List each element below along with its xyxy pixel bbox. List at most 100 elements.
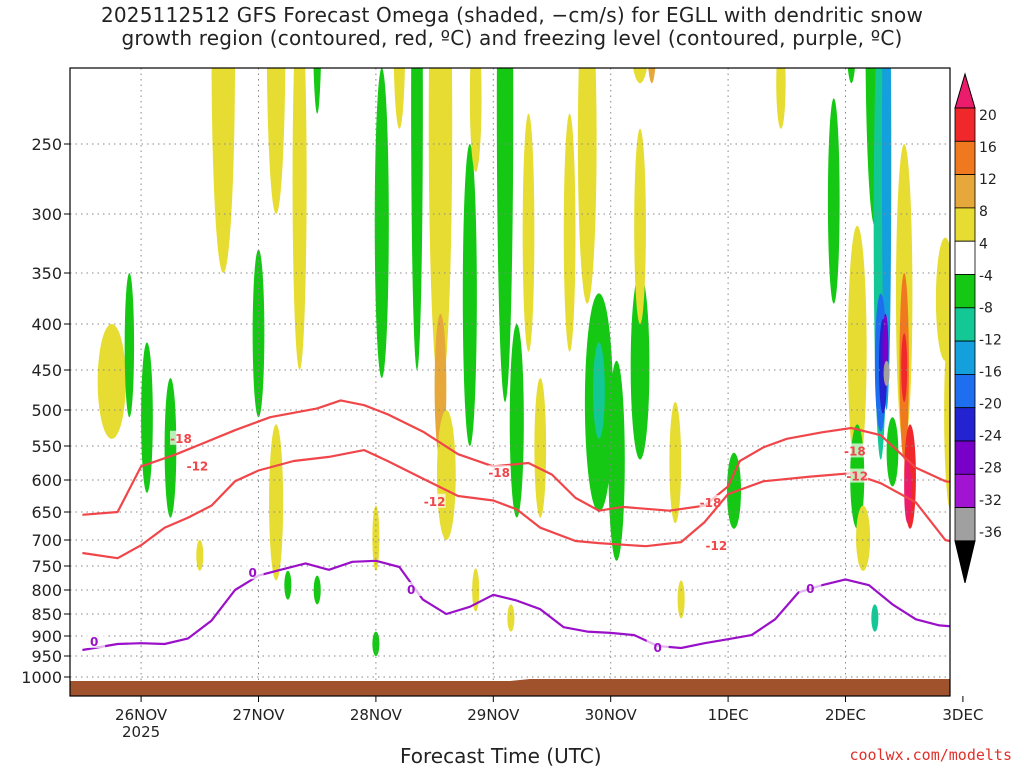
omega-patch xyxy=(577,68,597,304)
omega-patch xyxy=(124,273,135,418)
omega-patch xyxy=(374,68,389,378)
contour-label: 0 xyxy=(407,583,415,597)
colorbar-band xyxy=(954,107,976,142)
contour-label: -12 xyxy=(187,459,209,473)
y-tick-label: 700 xyxy=(31,531,62,550)
colorbar-band xyxy=(954,340,976,375)
x-axis-label: Forecast Time (UTC) xyxy=(400,744,602,768)
contour-line-0 xyxy=(82,559,950,652)
omega-patch xyxy=(141,342,153,493)
colorbar-label: -36 xyxy=(979,525,1002,541)
x-tick-label: 27NOV xyxy=(232,706,285,724)
colorbar-band xyxy=(954,473,976,508)
contour-label: -18 xyxy=(844,444,866,458)
omega-patch xyxy=(462,144,477,446)
y-tick-label: 550 xyxy=(31,437,62,456)
omega-patch xyxy=(345,0,359,53)
y-axis: 250 300 350 400 450 500 550 600 650 700 750 800 850 9… xyxy=(21,135,70,687)
omega-patch xyxy=(393,68,405,129)
omega-patch xyxy=(901,333,908,402)
omega-patch xyxy=(97,324,126,439)
omega-patch xyxy=(164,378,177,518)
omega-cross-section-chart: -18-18-18-18-12-12-12-1200000 26NOV20252… xyxy=(21,0,1002,741)
colorbar-band xyxy=(954,274,976,309)
colorbar-band xyxy=(954,440,976,475)
y-tick-label: 1000 xyxy=(21,668,62,687)
y-tick-label: 350 xyxy=(31,264,62,283)
omega-patch xyxy=(313,68,321,114)
omega-patch xyxy=(634,128,646,324)
colorbar-band xyxy=(954,240,976,275)
x-tick-sublabel: 2025 xyxy=(122,723,160,741)
omega-patch xyxy=(941,0,950,22)
contour-label: -18 xyxy=(170,432,192,446)
colorbar-top-arrow xyxy=(954,72,976,109)
omega-patch xyxy=(411,68,423,370)
y-tick-label: 500 xyxy=(31,401,62,420)
contour-label: 0 xyxy=(653,641,661,655)
omega-patch xyxy=(871,604,879,632)
omega-patch xyxy=(436,410,456,540)
contour-label: -12 xyxy=(706,539,728,553)
x-tick-label: 30NOV xyxy=(585,706,638,724)
colorbar: 20 16 12 8 4 -4 -8 -12 -16 -20 -24 -28 -32 -36 xyxy=(954,72,1002,584)
colorbar-band xyxy=(954,407,976,442)
colorbar-label: -20 xyxy=(979,397,1002,413)
colorbar-band xyxy=(954,307,976,342)
colorbar-band xyxy=(954,207,976,242)
contour-label: -12 xyxy=(846,470,868,484)
contour-label: 0 xyxy=(248,566,256,580)
colorbar-band xyxy=(954,174,976,209)
omega-patch xyxy=(633,68,648,84)
omega-patch xyxy=(593,342,605,439)
colorbar-label: -4 xyxy=(979,268,993,284)
omega-patch xyxy=(266,68,286,214)
contour-label: -12 xyxy=(424,495,446,509)
y-tick-label: 900 xyxy=(31,627,62,646)
omega-patch xyxy=(284,570,292,600)
colorbar-label: -32 xyxy=(979,493,1002,509)
omega-patch xyxy=(935,237,950,361)
terrain-band xyxy=(70,676,950,696)
colorbar-label: 8 xyxy=(979,204,988,220)
x-tick-label: 29NOV xyxy=(467,706,520,724)
y-tick-label: 600 xyxy=(31,471,62,490)
omega-patch xyxy=(469,68,482,172)
colorbar-band xyxy=(954,140,976,176)
omega-patch xyxy=(648,68,656,84)
colorbar-label: 4 xyxy=(979,236,988,252)
y-tick-label: 300 xyxy=(31,205,62,224)
omega-shading xyxy=(97,0,950,656)
colorbar-label: -12 xyxy=(979,332,1002,348)
contour-label: -18 xyxy=(488,466,510,480)
omega-patch xyxy=(669,402,682,524)
omega-patch xyxy=(211,68,235,273)
colorbar-label: -28 xyxy=(979,461,1002,477)
omega-patch xyxy=(509,324,524,518)
y-tick-label: 950 xyxy=(31,647,62,666)
omega-patch xyxy=(904,459,912,524)
colorbar-label: -24 xyxy=(979,429,1002,445)
colorbar-label: 12 xyxy=(979,172,997,188)
y-tick-label: 250 xyxy=(31,135,62,154)
y-tick-label: 400 xyxy=(31,315,62,334)
x-tick-label: 26NOV xyxy=(115,706,168,724)
x-tick-label: 3DEC xyxy=(942,706,983,724)
colorbar-label: -8 xyxy=(979,300,993,316)
omega-patch xyxy=(883,360,890,386)
y-tick-label: 850 xyxy=(31,605,62,624)
omega-patch xyxy=(496,68,514,402)
y-tick-label: 450 xyxy=(31,361,62,380)
omega-patch xyxy=(313,575,321,605)
contour-label: 0 xyxy=(90,635,98,649)
y-tick-label: 750 xyxy=(31,557,62,576)
omega-patch xyxy=(747,0,756,22)
x-tick-label: 1DEC xyxy=(708,706,749,724)
source-credit: coolwx.com/modelts xyxy=(849,746,1012,764)
omega-patch xyxy=(677,580,685,619)
omega-patch xyxy=(886,417,899,487)
colorbar-bottom-arrow xyxy=(954,540,976,584)
omega-patch xyxy=(534,378,547,518)
colorbar-band xyxy=(954,373,976,409)
omega-patch xyxy=(847,68,855,84)
